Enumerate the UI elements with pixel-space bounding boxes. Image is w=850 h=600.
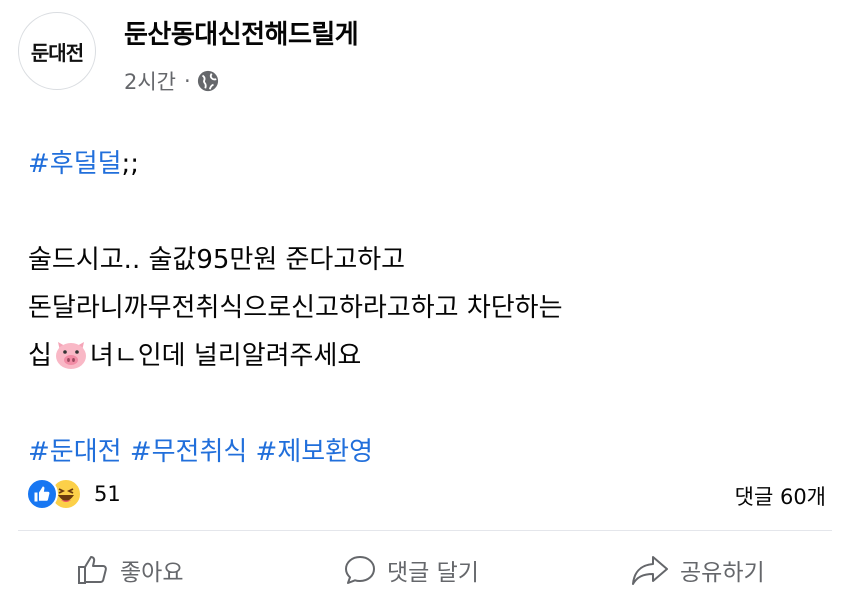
meta-separator: · xyxy=(184,69,191,93)
post-text-line-2: 돈달라니까무전취식으로신고하라고하고 차단하는 xyxy=(28,293,563,323)
action-bar: 좋아요 댓글 달기 공유하기 xyxy=(0,548,850,592)
post-time[interactable]: 2시간 xyxy=(124,66,176,96)
post-text: 십 xyxy=(28,341,52,371)
comment-bubble-icon xyxy=(345,556,375,584)
share-arrow-icon xyxy=(632,556,668,585)
post-body: #후덜덜;; 술드시고.. 술값95만원 준다고하고 돈달라니까무전취식으로신고… xyxy=(28,140,828,476)
share-label: 공유하기 xyxy=(680,560,765,586)
comments-count[interactable]: 댓글 60개 xyxy=(735,481,826,511)
post-hashtags: #둔대전 #무전취식 #제보환영 xyxy=(28,428,828,476)
post-meta: 2시간 · xyxy=(124,66,219,96)
post-text: 녀ㄴ인데 널리알려주세요 xyxy=(89,341,362,371)
comment-label: 댓글 달기 xyxy=(387,560,479,586)
thumbs-up-icon xyxy=(78,556,107,584)
hashtag-link[interactable]: #무전취식 xyxy=(130,437,247,467)
reaction-count: 51 xyxy=(94,482,121,506)
post-text-line-1: 술드시고.. 술값95만원 준다고하고 xyxy=(28,245,406,275)
post-text: ;; xyxy=(121,149,140,179)
avatar-text: 둔대전 xyxy=(30,40,84,65)
post-text-line-3: 십 녀ㄴ인데 널리알려주세요 xyxy=(28,332,828,380)
like-button[interactable]: 좋아요 xyxy=(76,548,183,592)
reactions-summary[interactable]: 51 xyxy=(26,478,121,510)
comment-button[interactable]: 댓글 달기 xyxy=(343,548,479,592)
divider xyxy=(18,530,832,531)
hashtag-link[interactable]: #제보환영 xyxy=(256,437,373,467)
post-paragraph-1: #후덜덜;; xyxy=(28,140,828,188)
like-icon xyxy=(26,478,58,510)
pig-face-emoji xyxy=(55,342,86,369)
page-avatar[interactable]: 둔대전 xyxy=(18,12,96,90)
page-name[interactable]: 둔산동대신전해드릴게 xyxy=(124,14,359,51)
globe-icon xyxy=(197,70,218,92)
hashtag-link[interactable]: #후덜덜 xyxy=(28,149,122,179)
share-button[interactable]: 공유하기 xyxy=(630,548,765,592)
hashtag-link[interactable]: #둔대전 xyxy=(28,437,122,467)
like-label: 좋아요 xyxy=(120,560,184,586)
